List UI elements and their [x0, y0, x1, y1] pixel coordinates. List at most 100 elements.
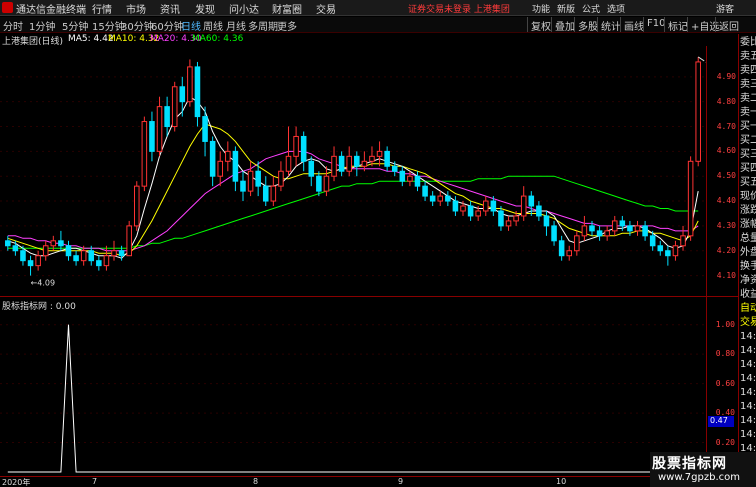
- candle[interactable]: [596, 225, 603, 241]
- candle[interactable]: [202, 106, 208, 157]
- candle[interactable]: [300, 131, 307, 172]
- candle[interactable]: [445, 191, 451, 207]
- candle[interactable]: [179, 76, 186, 117]
- candle[interactable]: [171, 81, 178, 132]
- candle[interactable]: [422, 181, 428, 202]
- candle[interactable]: [558, 235, 565, 261]
- period-weekly[interactable]: 周线: [203, 18, 223, 33]
- btn-back[interactable]: 返回: [715, 17, 741, 33]
- candle[interactable]: [247, 161, 254, 197]
- candle[interactable]: [338, 151, 345, 177]
- candle[interactable]: [217, 151, 224, 187]
- candle[interactable]: [141, 116, 148, 192]
- period-daily[interactable]: 日线: [181, 18, 201, 33]
- candle[interactable]: [384, 146, 390, 172]
- period-60min[interactable]: 60分钟: [151, 18, 184, 33]
- btn-fuquan[interactable]: 复权: [527, 17, 553, 33]
- candle[interactable]: [156, 96, 163, 157]
- candle[interactable]: [376, 141, 383, 167]
- candle[interactable]: [133, 181, 140, 231]
- period-5min[interactable]: 5分钟: [62, 18, 88, 33]
- candle[interactable]: [414, 171, 421, 192]
- period-multi[interactable]: 多周期: [248, 18, 278, 33]
- candle[interactable]: [96, 255, 102, 271]
- candle[interactable]: [346, 146, 352, 177]
- candle[interactable]: [225, 141, 231, 172]
- candle[interactable]: [452, 196, 459, 216]
- candle[interactable]: [498, 206, 504, 231]
- period-more[interactable]: 更多: [277, 18, 297, 33]
- candle[interactable]: [551, 220, 557, 246]
- candle[interactable]: [581, 215, 588, 241]
- candle[interactable]: [695, 56, 701, 167]
- candle[interactable]: [232, 146, 239, 192]
- candle[interactable]: [536, 201, 542, 221]
- candle[interactable]: [543, 210, 550, 236]
- candle[interactable]: [672, 240, 679, 261]
- candle[interactable]: [308, 156, 315, 187]
- candle[interactable]: [35, 250, 41, 271]
- candle[interactable]: [642, 220, 648, 241]
- menu-faxian[interactable]: 发现: [195, 1, 215, 16]
- candle[interactable]: [42, 240, 49, 261]
- menu-zixun[interactable]: 资讯: [160, 1, 180, 16]
- candle[interactable]: [369, 146, 375, 167]
- candle[interactable]: [73, 250, 79, 266]
- candle[interactable]: [467, 201, 474, 221]
- candle[interactable]: [657, 240, 664, 256]
- menu-jiaoyi[interactable]: 交易: [316, 1, 336, 16]
- menu-caifuquan[interactable]: 财富圈: [272, 1, 302, 16]
- candle[interactable]: [354, 151, 360, 177]
- candle[interactable]: [126, 220, 132, 257]
- period-1min[interactable]: 1分钟: [29, 18, 55, 33]
- candle[interactable]: [566, 245, 573, 261]
- menu-xinban[interactable]: 新版: [557, 2, 575, 15]
- candle[interactable]: [520, 186, 527, 221]
- candle[interactable]: [149, 111, 155, 162]
- candle[interactable]: [482, 196, 489, 216]
- candle[interactable]: [505, 215, 512, 231]
- candle[interactable]: [58, 230, 64, 251]
- candle[interactable]: [331, 146, 337, 182]
- period-fenshi[interactable]: 分时: [3, 18, 23, 33]
- menu-gongneng[interactable]: 功能: [532, 2, 550, 15]
- period-30min[interactable]: 30分钟: [121, 18, 154, 33]
- menu-xuanxiang[interactable]: 选项: [607, 2, 625, 15]
- candle[interactable]: [262, 176, 269, 207]
- candlestick-chart[interactable]: ←4.97←4.09: [0, 46, 706, 296]
- period-15min[interactable]: 15分钟: [92, 18, 125, 33]
- candle[interactable]: [429, 191, 436, 207]
- candle[interactable]: [634, 220, 641, 236]
- candle[interactable]: [437, 191, 444, 207]
- candle[interactable]: [399, 166, 406, 187]
- candle[interactable]: [194, 61, 201, 127]
- menu-wenxiaoda[interactable]: 问小达: [229, 1, 259, 16]
- candle[interactable]: [209, 136, 216, 187]
- candle[interactable]: [27, 255, 34, 276]
- candle[interactable]: [611, 215, 618, 236]
- candle[interactable]: [316, 171, 322, 197]
- candle[interactable]: [528, 191, 535, 216]
- candle[interactable]: [687, 156, 694, 241]
- candle[interactable]: [278, 161, 284, 192]
- candle[interactable]: [361, 151, 368, 172]
- menu-gongshi[interactable]: 公式: [582, 2, 600, 15]
- candle[interactable]: [665, 245, 671, 266]
- candle[interactable]: [103, 245, 110, 271]
- candle[interactable]: [604, 225, 610, 241]
- candle[interactable]: [164, 96, 170, 137]
- candle[interactable]: [323, 166, 330, 197]
- candle[interactable]: [255, 161, 261, 197]
- period-monthly[interactable]: 月线: [226, 18, 246, 33]
- menu-hangqing[interactable]: 行情: [92, 1, 112, 16]
- candle[interactable]: [293, 126, 299, 167]
- candle[interactable]: [65, 240, 72, 261]
- indicator-chart[interactable]: [0, 296, 706, 476]
- candle[interactable]: [111, 240, 117, 261]
- candle[interactable]: [270, 176, 277, 207]
- menu-youke[interactable]: 游客: [716, 2, 734, 15]
- candle[interactable]: [574, 230, 580, 256]
- menu-shichang[interactable]: 市场: [126, 1, 146, 16]
- candle[interactable]: [680, 225, 686, 251]
- candle[interactable]: [187, 59, 193, 107]
